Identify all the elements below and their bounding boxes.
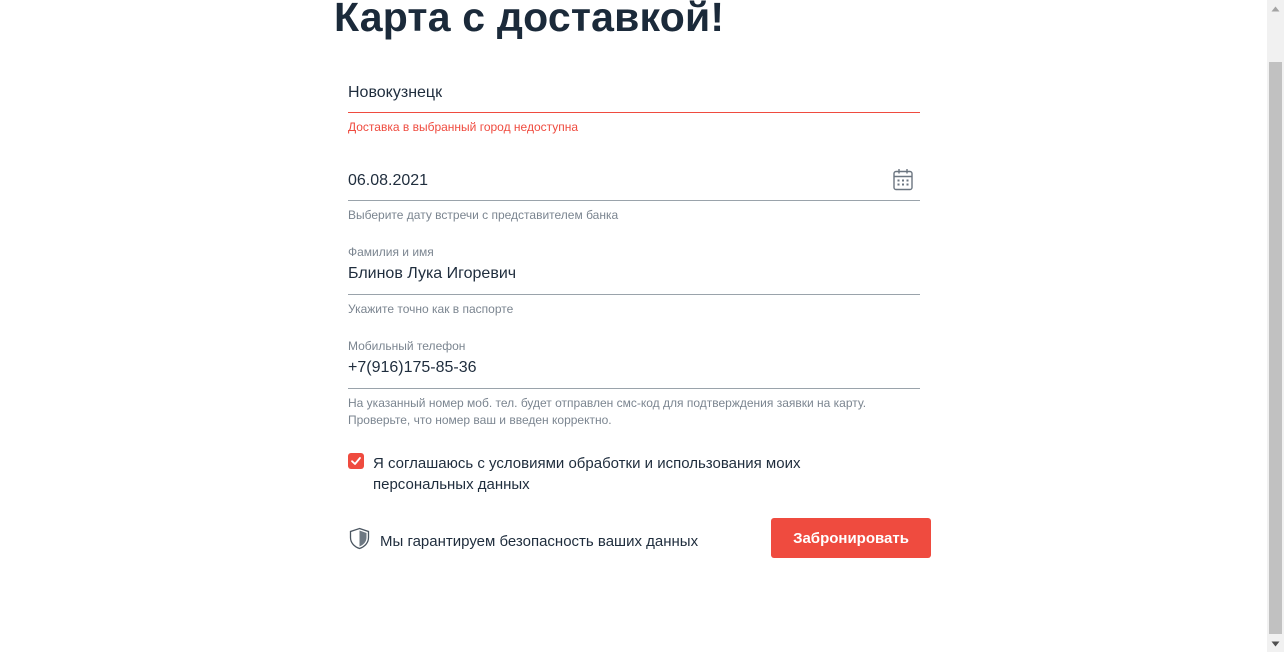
agreement-text[interactable]: Я соглашаюсь с условиями обработки и исп… [373, 453, 853, 495]
name-label: Фамилия и имя [348, 245, 434, 259]
scroll-up-icon[interactable] [1267, 0, 1284, 17]
page: Карта с доставкой! Новокузнецк Доставка … [0, 0, 1284, 652]
phone-label: Мобильный телефон [348, 339, 466, 353]
city-error-text: Доставка в выбранный город недоступна [348, 120, 579, 134]
book-button[interactable]: Забронировать [771, 518, 931, 558]
city-input[interactable]: Новокузнецк [348, 82, 920, 104]
phone-input[interactable]: +7(916)175-85-36 [348, 357, 920, 379]
scrollbar-thumb[interactable] [1269, 62, 1282, 634]
date-hint: Выберите дату встречи с представителем б… [348, 208, 619, 222]
city-field[interactable]: Новокузнецк Доставка в выбранный город н… [348, 82, 920, 142]
name-field[interactable]: Фамилия и имя Блинов Лука Игоревич Укажи… [348, 245, 920, 325]
date-input[interactable]: 06.08.2021 [348, 170, 920, 192]
scrollbar[interactable] [1267, 0, 1284, 652]
security-text: Мы гарантируем безопасность ваших данных [380, 532, 699, 550]
page-title: Карта с доставкой! [334, 0, 725, 40]
shield-icon [348, 527, 371, 555]
phone-hint-line-1: На указанный номер моб. тел. будет отпра… [348, 396, 867, 410]
phone-underline [348, 388, 920, 389]
city-underline [348, 112, 920, 113]
security-note: Мы гарантируем безопасность ваших данных [348, 527, 698, 555]
phone-field[interactable]: Мобильный телефон +7(916)175-85-36 На ук… [348, 339, 920, 434]
agreement-checkbox-row[interactable]: Я соглашаюсь с условиями обработки и исп… [348, 453, 888, 495]
calendar-icon[interactable] [892, 168, 914, 192]
phone-hint-line-2: Проверьте, что номер ваш и введен коррек… [348, 413, 612, 427]
scroll-down-icon[interactable] [1267, 635, 1284, 652]
name-underline [348, 294, 920, 295]
agreement-checkbox[interactable] [348, 453, 364, 469]
name-hint: Укажите точно как в паспорте [348, 302, 514, 316]
phone-hint: На указанный номер моб. тел. будет отпра… [348, 395, 928, 429]
date-field[interactable]: 06.08.2021 Выберите дату встречи с предс… [348, 168, 920, 228]
date-underline [348, 200, 920, 201]
name-input[interactable]: Блинов Лука Игоревич [348, 263, 920, 285]
checkmark-icon [351, 457, 361, 465]
